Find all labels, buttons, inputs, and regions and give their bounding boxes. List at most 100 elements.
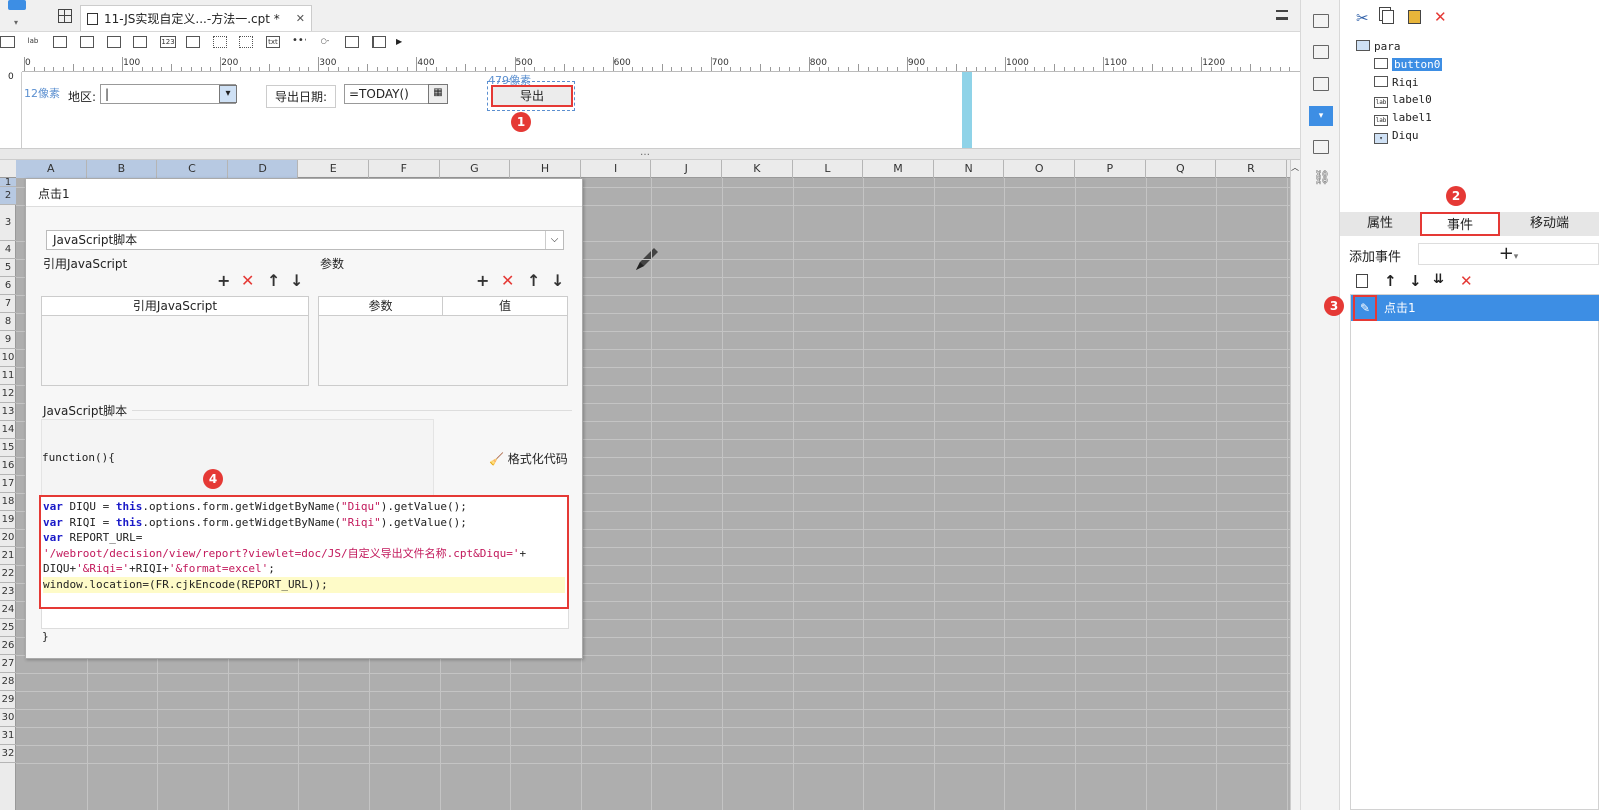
row-header[interactable]: 6: [0, 277, 16, 295]
delete-event-icon[interactable]: ✕: [1460, 272, 1473, 290]
radio-widget-icon[interactable]: ○-: [318, 36, 332, 48]
arrow-down-icon[interactable]: ↓: [290, 273, 303, 289]
event-item-click1[interactable]: ✎ 点击1: [1351, 295, 1599, 321]
param-boundary[interactable]: [962, 72, 972, 148]
tab-close-icon[interactable]: ✕: [296, 12, 305, 25]
row-header[interactable]: 13: [0, 403, 16, 421]
row-header[interactable]: 10: [0, 349, 16, 367]
grid-view-icon[interactable]: [58, 9, 72, 23]
pane-splitter[interactable]: …: [0, 147, 1300, 160]
column-header[interactable]: R: [1216, 160, 1287, 178]
row-header[interactable]: 23: [0, 583, 16, 601]
combo-widget-icon[interactable]: [80, 36, 94, 48]
row-header[interactable]: 28: [0, 673, 16, 691]
row-header[interactable]: 31: [0, 727, 16, 745]
tab-menu-icon[interactable]: [1276, 10, 1288, 20]
delete-widget-icon[interactable]: ✕: [1434, 8, 1447, 26]
text-widget-icon[interactable]: txt: [266, 36, 280, 48]
link-icon[interactable]: ⛓: [1313, 170, 1331, 186]
row-header[interactable]: 15: [0, 439, 16, 457]
column-header[interactable]: P: [1075, 160, 1146, 178]
column-header[interactable]: M: [863, 160, 934, 178]
format-code-button[interactable]: 🧹 格式化代码: [489, 450, 568, 467]
row-header[interactable]: 9: [0, 331, 16, 349]
column-header[interactable]: B: [86, 160, 158, 178]
arrow-up-icon[interactable]: ↑: [267, 273, 280, 289]
region-combo[interactable]: |: [100, 84, 236, 104]
row-header[interactable]: 16: [0, 457, 16, 475]
param-up-icon[interactable]: ↑: [527, 273, 540, 289]
tree-widget-icon[interactable]: [345, 36, 359, 48]
move-up-icon[interactable]: ↑: [1384, 272, 1397, 290]
row-header[interactable]: 5: [0, 259, 16, 277]
app-logo-icon[interactable]: [8, 0, 26, 10]
param-add-icon[interactable]: +: [476, 273, 489, 289]
widget-settings-icon[interactable]: [1313, 45, 1329, 59]
tab-mobile[interactable]: 移动端: [1500, 212, 1599, 236]
calendar-icon[interactable]: ▦: [428, 84, 448, 104]
row-header[interactable]: 4: [0, 241, 16, 259]
row-header[interactable]: 24: [0, 601, 16, 619]
more-arrow-icon[interactable]: ▶: [396, 37, 402, 46]
column-header[interactable]: J: [651, 160, 722, 178]
column-header[interactable]: D: [227, 160, 299, 178]
date-field[interactable]: =TODAY(): [344, 84, 430, 104]
param-delete-icon[interactable]: ✕: [501, 273, 514, 289]
row-header[interactable]: 22: [0, 565, 16, 583]
row-header[interactable]: 18: [0, 493, 16, 511]
list-widget-icon[interactable]: [107, 36, 121, 48]
tree-item-label1[interactable]: lab label1: [1374, 110, 1432, 126]
row-header[interactable]: 29: [0, 691, 16, 709]
add-event-dropdown[interactable]: +▾: [1418, 243, 1599, 265]
column-header[interactable]: N: [934, 160, 1005, 178]
button-widget-icon[interactable]: [53, 36, 67, 48]
delete-icon[interactable]: ✕: [241, 273, 254, 289]
column-header[interactable]: L: [793, 160, 864, 178]
row-header[interactable]: 11: [0, 367, 16, 385]
row-header[interactable]: 21: [0, 547, 16, 565]
stack-icon[interactable]: [1313, 140, 1329, 154]
row-header[interactable]: 8: [0, 313, 16, 331]
vertical-scrollbar[interactable]: ︿: [1290, 160, 1300, 810]
copy-event-icon[interactable]: [1356, 274, 1368, 288]
column-header[interactable]: G: [440, 160, 511, 178]
row-header[interactable]: 14: [0, 421, 16, 439]
checkbox-widget-icon[interactable]: [213, 36, 227, 48]
row-header[interactable]: 30: [0, 709, 16, 727]
widget-panel-icon[interactable]: ▾: [1309, 106, 1333, 126]
row-header[interactable]: 25: [0, 619, 16, 637]
row-header[interactable]: 26: [0, 637, 16, 655]
column-header[interactable]: I: [581, 160, 652, 178]
textarea-widget-icon[interactable]: [186, 36, 200, 48]
row-header[interactable]: 20: [0, 529, 16, 547]
label-widget-icon[interactable]: lab: [26, 36, 40, 48]
column-header[interactable]: A: [16, 160, 87, 178]
column-header[interactable]: F: [369, 160, 440, 178]
row-header[interactable]: 12: [0, 385, 16, 403]
crop-icon[interactable]: [1313, 77, 1329, 91]
row-header[interactable]: 32: [0, 745, 16, 763]
move-down-icon[interactable]: ↓: [1409, 272, 1422, 290]
params-table[interactable]: 参数 值: [318, 296, 568, 386]
script-type-select[interactable]: JavaScript脚本 ⌵: [46, 230, 564, 250]
tree-item-riqi[interactable]: Riqi: [1374, 75, 1419, 91]
dropdown-arrow-icon[interactable]: ▾: [14, 18, 18, 27]
row-header[interactable]: 19: [0, 511, 16, 529]
ref-js-table[interactable]: 引用JavaScript: [41, 296, 309, 386]
column-header[interactable]: C: [157, 160, 228, 178]
scroll-up-icon[interactable]: ︿: [1291, 162, 1299, 173]
password-widget-icon[interactable]: •••: [292, 36, 306, 48]
tab-report-file[interactable]: 11-JS实现自定义...-方法一.cpt * ✕: [80, 5, 312, 31]
frame-widget-icon[interactable]: [0, 36, 15, 48]
checkbox-group-icon[interactable]: [239, 36, 253, 48]
row-header[interactable]: 17: [0, 475, 16, 493]
copy-icon[interactable]: [1382, 10, 1394, 24]
tab-events[interactable]: 事件: [1420, 212, 1500, 236]
tree-item-diqu[interactable]: ▾ Diqu: [1374, 128, 1419, 144]
row-header[interactable]: 1: [0, 178, 16, 188]
tab-properties[interactable]: 属性: [1340, 212, 1420, 236]
param-down-icon[interactable]: ↓: [551, 273, 564, 289]
paste-icon[interactable]: [1408, 10, 1421, 24]
column-header[interactable]: E: [298, 160, 369, 178]
region-dropdown-icon[interactable]: ▾: [219, 85, 237, 103]
